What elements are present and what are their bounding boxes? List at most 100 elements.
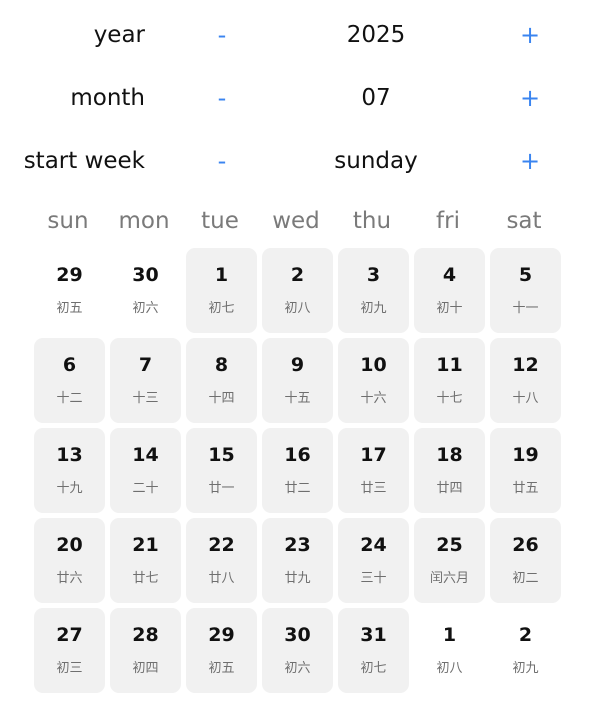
weekday-thu: thu [352, 208, 392, 234]
day-cell[interactable]: 23 廿九 [262, 518, 333, 603]
lunar-date: 初十 [436, 301, 463, 316]
day-cell[interactable]: 22 廿八 [186, 518, 257, 603]
day-cell[interactable]: 1 初七 [186, 248, 257, 333]
day-number: 17 [360, 444, 387, 466]
day-cell[interactable]: 29 初五 [186, 608, 257, 693]
month-control: month - 07 + [0, 78, 598, 118]
lunar-date: 廿八 [208, 571, 235, 586]
day-cell[interactable]: 10 十六 [338, 338, 409, 423]
day-cell[interactable]: 5 十一 [490, 248, 561, 333]
day-number: 21 [132, 534, 159, 556]
day-cell[interactable]: 31 初七 [338, 608, 409, 693]
day-number: 16 [284, 444, 311, 466]
lunar-date: 闰六月 [429, 571, 469, 586]
adjacent-month-day-cell[interactable]: 1 初八 [414, 608, 485, 693]
day-cell[interactable]: 19 廿五 [490, 428, 561, 513]
day-cell[interactable]: 24 三十 [338, 518, 409, 603]
day-cell[interactable]: 26 初二 [490, 518, 561, 603]
day-cell[interactable]: 25 闰六月 [414, 518, 485, 603]
day-number: 8 [214, 354, 229, 376]
adjacent-month-day-cell[interactable]: 29 初五 [34, 248, 105, 333]
day-number: 31 [360, 624, 387, 646]
lunar-date: 廿一 [208, 481, 235, 496]
weekday-fri: fri [436, 208, 460, 234]
day-cell[interactable]: 12 十八 [490, 338, 561, 423]
weekday-wed: wed [272, 208, 320, 234]
adjacent-month-day-cell[interactable]: 2 初九 [490, 608, 561, 693]
day-number: 5 [518, 264, 533, 286]
year-value: 2025 [346, 22, 406, 48]
day-cell[interactable]: 16 廿二 [262, 428, 333, 513]
year-increment-button[interactable]: + [512, 15, 548, 55]
day-number: 18 [436, 444, 463, 466]
lunar-date: 廿六 [56, 571, 83, 586]
weekday-sat: sat [506, 208, 542, 234]
lunar-date: 初六 [284, 661, 311, 676]
weekday-sun: sun [47, 208, 89, 234]
day-cell[interactable]: 18 廿四 [414, 428, 485, 513]
day-number: 19 [512, 444, 539, 466]
day-cell[interactable]: 15 廿一 [186, 428, 257, 513]
weekday-mon: mon [118, 208, 170, 234]
lunar-date: 初九 [360, 301, 387, 316]
lunar-date: 十四 [208, 391, 235, 406]
lunar-date: 十二 [56, 391, 83, 406]
start-week-value: sunday [334, 148, 418, 174]
lunar-date: 初八 [284, 301, 311, 316]
lunar-date: 初二 [512, 571, 539, 586]
day-cell[interactable]: 27 初三 [34, 608, 105, 693]
day-cell[interactable]: 13 十九 [34, 428, 105, 513]
lunar-date: 初七 [360, 661, 387, 676]
month-decrement-button[interactable]: - [204, 78, 240, 118]
month-label: month [70, 85, 145, 111]
day-number: 27 [56, 624, 83, 646]
day-number: 23 [284, 534, 311, 556]
lunar-date: 廿三 [360, 481, 387, 496]
day-number: 13 [56, 444, 83, 466]
start-week-decrement-button[interactable]: - [204, 141, 240, 181]
day-number: 14 [132, 444, 159, 466]
day-cell[interactable]: 21 廿七 [110, 518, 181, 603]
lunar-date: 廿九 [284, 571, 311, 586]
adjacent-month-day-cell[interactable]: 30 初六 [110, 248, 181, 333]
day-number: 4 [442, 264, 457, 286]
lunar-date: 十八 [512, 391, 539, 406]
month-value: 07 [361, 85, 391, 111]
lunar-date: 二十 [132, 481, 159, 496]
month-increment-button[interactable]: + [512, 78, 548, 118]
day-number: 22 [208, 534, 235, 556]
day-cell[interactable]: 17 廿三 [338, 428, 409, 513]
day-cell[interactable]: 6 十二 [34, 338, 105, 423]
lunar-date: 初七 [208, 301, 235, 316]
lunar-date: 十一 [512, 301, 539, 316]
lunar-date: 初五 [56, 301, 83, 316]
day-cell[interactable]: 28 初四 [110, 608, 181, 693]
lunar-date: 三十 [360, 571, 387, 586]
day-cell[interactable]: 2 初八 [262, 248, 333, 333]
day-cell[interactable]: 30 初六 [262, 608, 333, 693]
start-week-increment-button[interactable]: + [512, 141, 548, 181]
day-number: 29 [208, 624, 235, 646]
start-week-control: start week - sunday + [0, 141, 598, 181]
lunar-date: 十七 [436, 391, 463, 406]
lunar-date: 初五 [208, 661, 235, 676]
day-cell[interactable]: 11 十七 [414, 338, 485, 423]
day-cell[interactable]: 8 十四 [186, 338, 257, 423]
year-decrement-button[interactable]: - [204, 15, 240, 55]
lunar-date: 十五 [284, 391, 311, 406]
day-cell[interactable]: 7 十三 [110, 338, 181, 423]
day-cell[interactable]: 3 初九 [338, 248, 409, 333]
lunar-date: 廿二 [284, 481, 311, 496]
day-cell[interactable]: 20 廿六 [34, 518, 105, 603]
day-cell[interactable]: 9 十五 [262, 338, 333, 423]
weekday-header: sun mon tue wed thu fri sat [32, 201, 564, 241]
year-label: year [93, 22, 145, 48]
start-week-label: start week [23, 148, 145, 174]
day-number: 29 [56, 264, 83, 286]
year-control: year - 2025 + [0, 15, 598, 55]
lunar-date: 初四 [132, 661, 159, 676]
day-number: 10 [360, 354, 387, 376]
day-number: 2 [290, 264, 305, 286]
day-cell[interactable]: 4 初十 [414, 248, 485, 333]
day-cell[interactable]: 14 二十 [110, 428, 181, 513]
